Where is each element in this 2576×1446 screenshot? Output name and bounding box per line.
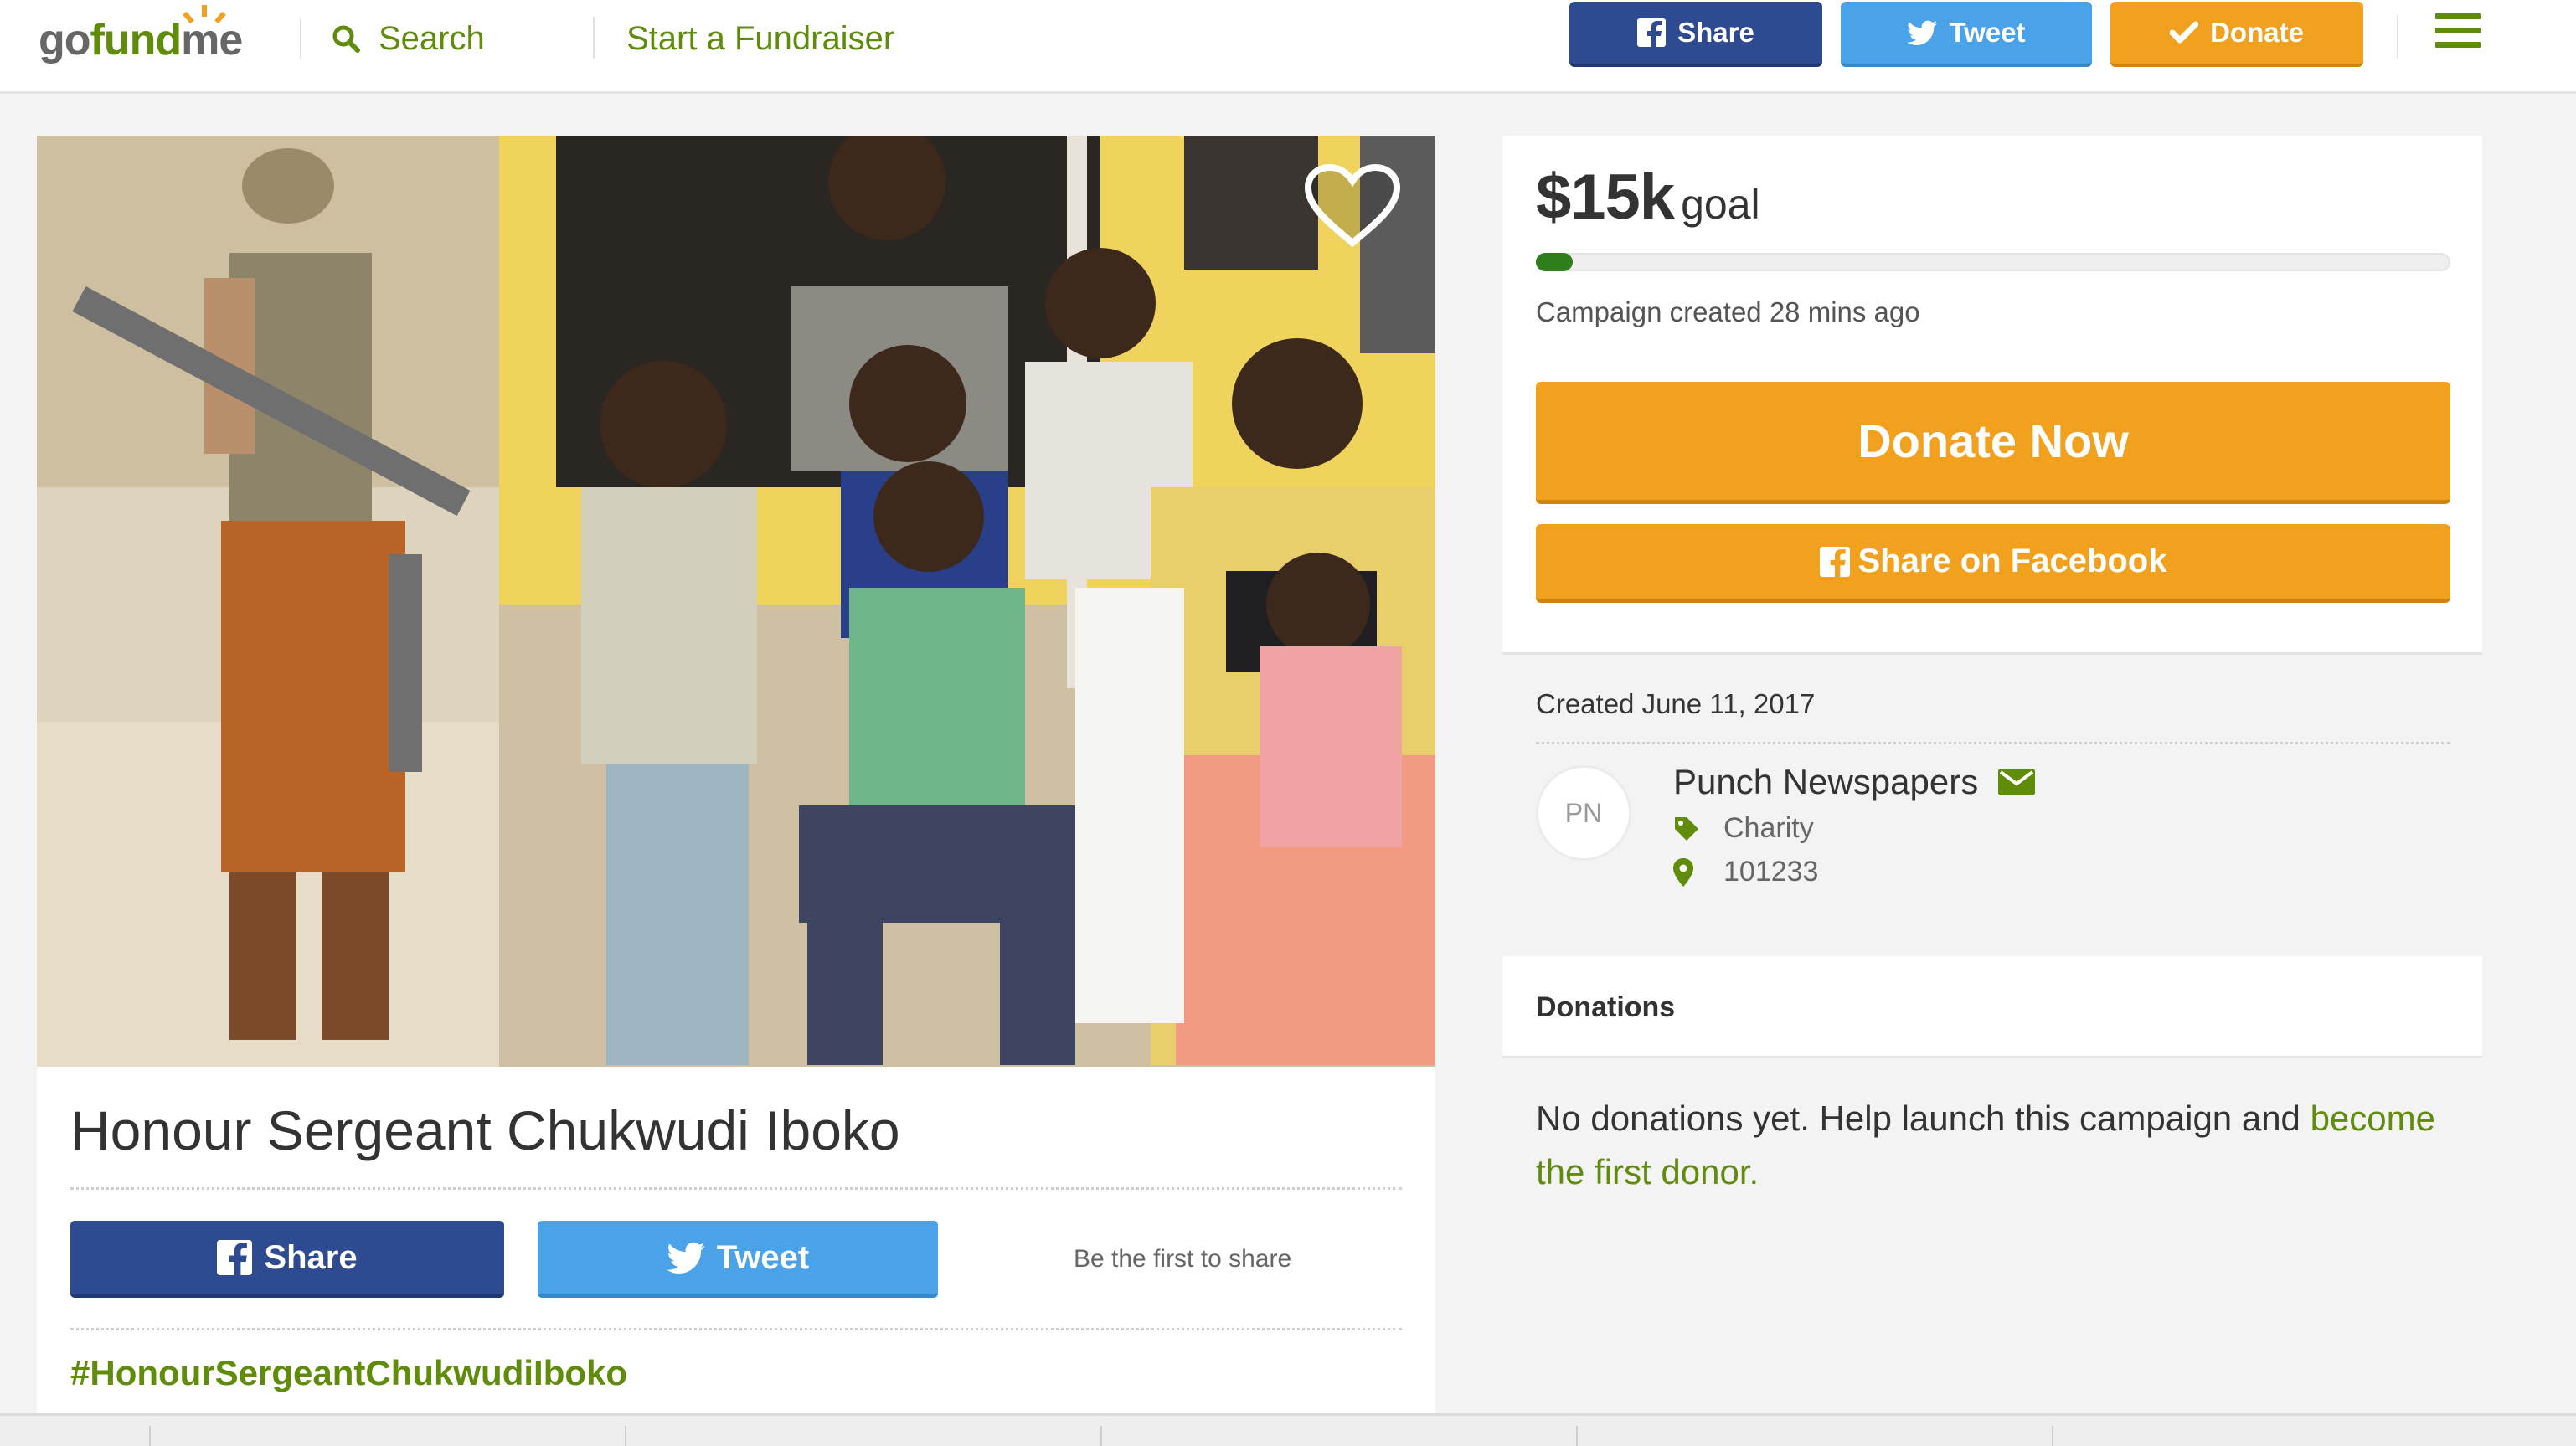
divider [70, 1187, 1402, 1190]
campaign-hashtag[interactable]: #HonourSergeantChukwudiIboko [70, 1353, 627, 1393]
map-marker-icon [1673, 857, 1693, 887]
nav-share-button[interactable]: Share [1569, 2, 1822, 67]
divider [70, 1328, 1402, 1330]
campaign-card: Honour Sergeant Chukwudi Iboko Share Twe… [37, 136, 1435, 1417]
progress-bar [1536, 253, 2450, 271]
facebook-icon [1819, 546, 1850, 577]
campaign-photo-image [37, 136, 1435, 1067]
facebook-share-label: Share [264, 1238, 358, 1276]
donations-header: Donations [1502, 956, 2482, 1058]
campaign-title: Honour Sergeant Chukwudi Iboko [70, 1099, 900, 1161]
facebook-icon [1637, 18, 1667, 47]
organizer-name[interactable]: Punch Newspapers [1673, 762, 1978, 802]
facebook-icon [217, 1240, 253, 1275]
nav-divider [2397, 15, 2398, 59]
first-share-text: Be the first to share [1074, 1245, 1292, 1273]
category-row: Charity [1673, 812, 1814, 845]
organizer-name-row: Punch Newspapers [1673, 762, 2036, 802]
tag-icon [1675, 816, 1698, 841]
goal-card: $15k goal Campaign created 28 mins ago Do… [1502, 136, 2482, 655]
nav-divider [300, 17, 301, 59]
organizer-section: Created June 11, 2017 PN Punch Newspaper… [1536, 688, 2450, 888]
twitter-icon [1907, 20, 1938, 45]
nav-share-label: Share [1677, 17, 1754, 48]
nav-donate-label: Donate [2210, 17, 2304, 48]
share-on-facebook-label: Share on Facebook [1857, 543, 2167, 579]
campaign-photo [37, 136, 1435, 1067]
logo-wordmark: gofundme [39, 16, 243, 64]
envelope-icon[interactable] [1998, 769, 2036, 795]
location-label: 101233 [1723, 856, 1819, 888]
check-icon [2170, 21, 2199, 44]
goal-label: goal [1681, 181, 1760, 228]
avatar: PN [1536, 765, 1631, 861]
goal-amount: $15k goal [1536, 161, 1760, 234]
twitter-icon [666, 1242, 705, 1274]
gofundme-logo[interactable]: gofundme [39, 5, 265, 70]
progress-fill [1536, 253, 1573, 271]
search-label: Search [379, 19, 485, 57]
nav-donate-button[interactable]: Donate [2110, 2, 2363, 67]
share-on-facebook-button[interactable]: Share on Facebook [1536, 524, 2450, 603]
donate-now-button[interactable]: Donate Now [1536, 382, 2450, 504]
divider [1536, 742, 2450, 744]
location-row: 101233 [1673, 856, 1818, 888]
facebook-share-button[interactable]: Share [70, 1221, 504, 1298]
menu-icon[interactable] [2435, 13, 2481, 54]
start-fundraiser-link[interactable]: Start a Fundraiser [626, 15, 894, 62]
search-link[interactable]: Search [332, 15, 485, 62]
nav-tweet-label: Tweet [1949, 17, 2026, 48]
tweet-label: Tweet [716, 1238, 810, 1276]
no-donations-message: No donations yet. Help launch this campa… [1536, 1092, 2474, 1199]
no-donations-text: No donations yet. Help launch this campa… [1536, 1099, 2311, 1138]
campaign-created-ago: Campaign created 28 mins ago [1536, 296, 1920, 327]
top-navigation: gofundme Search Start a Fundraiser Share… [0, 0, 2576, 94]
nav-divider [593, 17, 595, 59]
goal-value: $15k [1536, 162, 1675, 233]
created-date: Created June 11, 2017 [1536, 688, 1816, 719]
heart-icon[interactable] [1303, 162, 1402, 250]
search-icon [332, 25, 360, 53]
category-label[interactable]: Charity [1723, 812, 1814, 845]
bottom-bar [0, 1413, 2576, 1446]
nav-tweet-button[interactable]: Tweet [1841, 2, 2092, 67]
donations-title: Donations [1536, 991, 1676, 1023]
tweet-button[interactable]: Tweet [538, 1221, 938, 1298]
